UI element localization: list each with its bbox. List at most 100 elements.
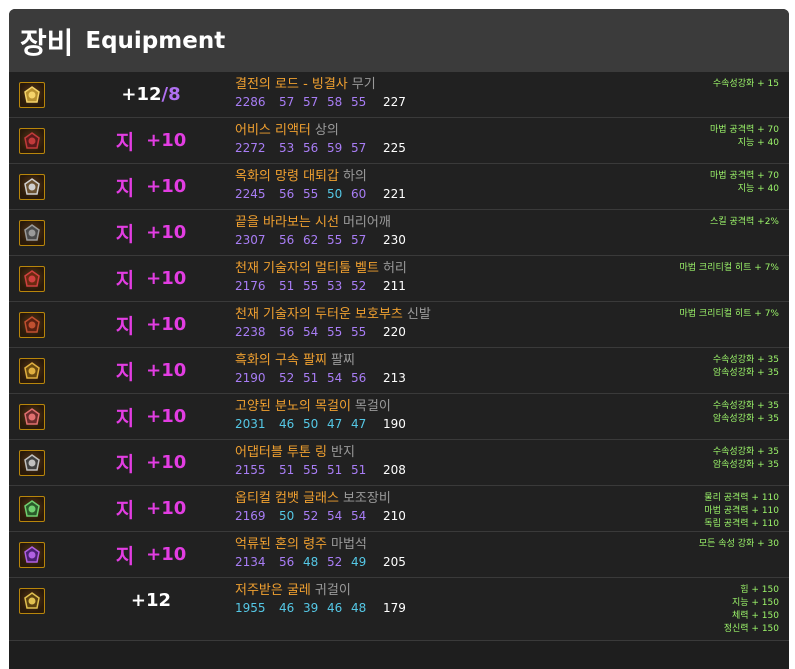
- ring-icon[interactable]: [19, 450, 45, 476]
- item-options: 수속성강화 + 15: [713, 78, 779, 91]
- item-options: 물리 공격력 + 110 마법 공격력 + 110 독립 공격력 + 110: [704, 492, 779, 531]
- enhancement-grade: 지 +10: [101, 164, 201, 209]
- item-options: 수속성강화 + 35 암속성강화 + 35: [713, 354, 779, 380]
- item-stats: 2238 56 54 55 55 220: [235, 324, 431, 341]
- option-line: 마법 공격력 + 70: [710, 171, 779, 181]
- option-line: 물리 공격력 + 110: [704, 493, 779, 503]
- boots-icon[interactable]: [19, 312, 45, 338]
- item-info: 끝을 바라보는 시선 머리어깨 2307 56 62 55 57 230: [235, 214, 406, 249]
- item-stats: 2169 50 52 54 54 210: [235, 508, 406, 525]
- item-name[interactable]: 끝을 바라보는 시선: [235, 215, 339, 230]
- earring-icon[interactable]: [19, 588, 45, 614]
- equipment-row[interactable]: +12 저주받은 굴레 귀걸이 1955 46 39 46 48 179 힘 + 150 지능 + …: [9, 578, 789, 641]
- stat-value: 50: [279, 509, 295, 523]
- equipment-row[interactable]: 지 +10 천재 기술자의 멀티툴 벨트 허리 2176 51 55 53 52 211 마법 크리…: [9, 256, 789, 302]
- enhancement-level: +10: [146, 498, 187, 519]
- item-name[interactable]: 흑화의 구속 팔찌: [235, 353, 327, 368]
- armor-icon[interactable]: [19, 128, 45, 154]
- item-info: 어댑터블 투톤 링 반지 2155 51 55 51 51 208: [235, 444, 406, 479]
- equipment-row[interactable]: 지 +10 끝을 바라보는 시선 머리어깨 2307 56 62 55 57 230 스킬 공격력 …: [9, 210, 789, 256]
- item-slot: 목걸이: [354, 399, 391, 414]
- belt-icon[interactable]: [19, 266, 45, 292]
- item-name[interactable]: 천재 기술자의 두터운 보호부츠: [235, 307, 403, 322]
- gem-icon[interactable]: [19, 542, 45, 568]
- item-info: 고양된 분노의 목걸이 목걸이 2031 46 50 47 47 190: [235, 398, 406, 433]
- stat-fame: 2245: [235, 187, 266, 201]
- item-name[interactable]: 결전의 로드 - 빙결사: [235, 77, 348, 92]
- stat-value: 57: [351, 233, 367, 247]
- grade-tag: 지: [115, 176, 135, 200]
- equipment-row[interactable]: +12/8 결전의 로드 - 빙결사 무기 2286 57 57 58 55 227 수속성강화 …: [9, 72, 789, 118]
- pants-icon[interactable]: [19, 174, 45, 200]
- item-name[interactable]: 옥화의 망령 대퇴갑: [235, 169, 339, 184]
- option-line: 체력 + 150: [731, 611, 779, 621]
- necklace-icon[interactable]: [19, 404, 45, 430]
- item-options: 모든 속성 강화 + 30: [699, 538, 779, 551]
- item-name[interactable]: 억류된 혼의 령주: [235, 537, 327, 552]
- equipment-row[interactable]: 지 +10 옥화의 망령 대퇴갑 하의 2245 56 55 50 60 221 마법 공격력 + …: [9, 164, 789, 210]
- enhancement-grade: 지 +10: [101, 302, 201, 347]
- stat-fame: 2031: [235, 417, 266, 431]
- option-line: 수속성강화 + 35: [712, 401, 779, 411]
- item-info: 억류된 혼의 령주 마법석 2134 56 48 52 49 205: [235, 536, 406, 571]
- stat-fame: 2190: [235, 371, 266, 385]
- item-info: 옥화의 망령 대퇴갑 하의 2245 56 55 50 60 221: [235, 168, 406, 203]
- equipment-row[interactable]: 지 +10 억류된 혼의 령주 마법석 2134 56 48 52 49 205 모든 속성 강화 …: [9, 532, 789, 578]
- stat-value: 56: [351, 371, 367, 385]
- shoulder-icon[interactable]: [19, 220, 45, 246]
- stat-total: 205: [383, 555, 406, 569]
- stat-total: 211: [383, 279, 406, 293]
- glasses-icon[interactable]: [19, 496, 45, 522]
- grade-tag: 지: [115, 130, 135, 154]
- item-name[interactable]: 고양된 분노의 목걸이: [235, 399, 351, 414]
- equipment-row[interactable]: 지 +10 옵티컬 컴뱃 글래스 보조장비 2169 50 52 54 54 210 물리 공격력 …: [9, 486, 789, 532]
- item-info: 저주받은 굴레 귀걸이 1955 46 39 46 48 179: [235, 582, 406, 617]
- item-options: 마법 공격력 + 70 지능 + 40: [710, 124, 779, 150]
- equipment-row[interactable]: 지 +10 천재 기술자의 두터운 보호부츠 신발 2238 56 54 55 55 220 마법 …: [9, 302, 789, 348]
- stat-value: 47: [351, 417, 367, 431]
- amplify-level: /8: [161, 84, 181, 105]
- item-slot: 마법석: [331, 537, 367, 552]
- item-name-line: 어댑터블 투톤 링 반지: [235, 444, 406, 461]
- item-slot: 귀걸이: [314, 583, 351, 598]
- enhancement-level: +10: [146, 268, 187, 289]
- item-name-line: 결전의 로드 - 빙결사 무기: [235, 76, 406, 93]
- grade-tag: 지: [115, 452, 135, 476]
- item-options: 수속성강화 + 35 암속성강화 + 35: [713, 446, 779, 472]
- stat-value: 55: [351, 325, 367, 339]
- title-korean: 장비: [20, 25, 74, 60]
- option-line: 모든 속성 강화 + 30: [698, 539, 779, 549]
- stat-value: 55: [351, 95, 367, 109]
- item-name-line: 억류된 혼의 령주 마법석: [235, 536, 406, 553]
- option-line: 수속성강화 + 35: [712, 355, 779, 365]
- stat-value: 53: [279, 141, 295, 155]
- equipment-row[interactable]: 지 +10 고양된 분노의 목걸이 목걸이 2031 46 50 47 47 190 수속성강화 +…: [9, 394, 789, 440]
- bracelet-icon[interactable]: [19, 358, 45, 384]
- option-line: 마법 공격력 + 70: [710, 125, 779, 135]
- item-slot: 머리어깨: [342, 215, 391, 230]
- item-name-line: 옥화의 망령 대퇴갑 하의: [235, 168, 406, 185]
- stat-fame: 2238: [235, 325, 266, 339]
- item-name[interactable]: 천재 기술자의 멀티툴 벨트: [235, 261, 379, 276]
- item-name[interactable]: 저주받은 굴레: [235, 583, 311, 598]
- stat-value: 49: [351, 555, 367, 569]
- item-name[interactable]: 옵티컬 컴뱃 글래스: [235, 491, 339, 506]
- item-slot: 하의: [342, 169, 367, 184]
- enhancement-grade: 지 +10: [101, 348, 201, 393]
- stat-value: 55: [327, 233, 343, 247]
- item-name[interactable]: 어댑터블 투톤 링: [235, 445, 327, 460]
- sword-icon[interactable]: [19, 82, 45, 108]
- option-line: 힘 + 150: [740, 585, 779, 595]
- item-info: 천재 기술자의 두터운 보호부츠 신발 2238 56 54 55 55 220: [235, 306, 431, 341]
- equipment-row[interactable]: 지 +10 흑화의 구속 팔찌 팔찌 2190 52 51 54 56 213 수속성강화 + 35…: [9, 348, 789, 394]
- equipment-row[interactable]: 지 +10 어비스 리액터 상의 2272 53 56 59 57 225 마법 공격력 + 70 지…: [9, 118, 789, 164]
- stat-value: 48: [351, 601, 367, 615]
- item-options: 마법 크리티컬 히트 + 7%: [679, 308, 779, 321]
- item-stats: 2286 57 57 58 55 227: [235, 94, 406, 111]
- stat-value: 55: [303, 463, 319, 477]
- enhancement-grade: 지 +10: [101, 394, 201, 439]
- item-name[interactable]: 어비스 리액터: [235, 123, 311, 138]
- enhancement-grade: +12: [101, 578, 201, 623]
- equipment-row[interactable]: 지 +10 어댑터블 투톤 링 반지 2155 51 55 51 51 208 수속성강화 + 35…: [9, 440, 789, 486]
- grade-tag: 지: [115, 498, 135, 522]
